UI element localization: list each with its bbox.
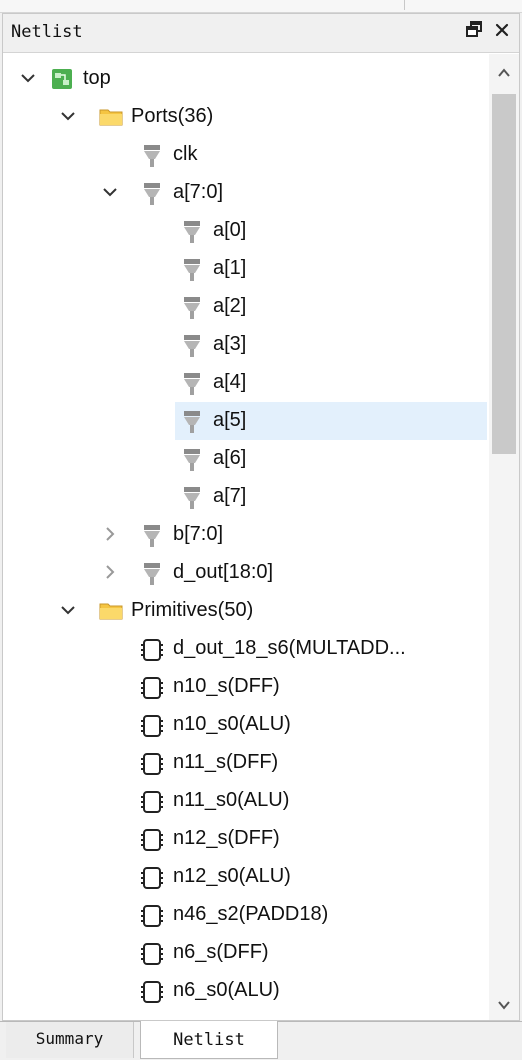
netlist-tree[interactable]: top Ports(36) clk a[7:0] a[0] a[1] a[2] a[3] a[4… <box>3 54 487 1020</box>
primitive-icon <box>141 904 163 927</box>
primitive-icon <box>141 790 163 813</box>
splitter-tick <box>404 0 405 10</box>
tree-node-label: a[7] <box>213 485 247 507</box>
tree-node-label: b[7:0] <box>173 523 224 545</box>
primitive-icon <box>141 638 163 661</box>
primitive-icon <box>141 980 163 1003</box>
tree-node-label: d_out[18:0] <box>173 561 274 583</box>
primitive-icon <box>141 942 163 965</box>
scrollbar-thumb[interactable] <box>492 94 516 454</box>
tree-node-port[interactable]: b[7:0] <box>3 516 487 554</box>
tree-node-label: n10_s(DFF) <box>173 675 280 697</box>
tree-node-label: a[7:0] <box>173 181 224 203</box>
chevron-right-icon[interactable] <box>101 563 119 581</box>
tree-node-label: a[6] <box>213 447 247 469</box>
tree-node-primitive[interactable]: n11_s0(ALU) <box>3 782 487 820</box>
primitive-icon <box>141 714 163 737</box>
tree-node-port[interactable]: a[7] <box>3 478 487 516</box>
tree-node-port[interactable]: a[5] <box>3 402 487 440</box>
tree-node-port[interactable]: a[1] <box>3 250 487 288</box>
tree-node-primitive[interactable]: n11_s(DFF) <box>3 744 487 782</box>
tree-node-label: n11_s(DFF) <box>173 751 279 773</box>
tree-node-port[interactable]: a[6] <box>3 440 487 478</box>
folder-icon <box>99 106 123 128</box>
port-icon <box>181 448 203 471</box>
tree-node-label: Ports(36) <box>131 105 214 127</box>
tree-node-primitive[interactable]: n12_s0(ALU) <box>3 858 487 896</box>
port-icon <box>141 524 163 547</box>
tree-node-label: n12_s(DFF) <box>173 827 280 849</box>
tree-node-top[interactable]: top <box>3 60 487 98</box>
tree-node-label: n10_s0(ALU) <box>173 713 291 735</box>
tab-netlist[interactable]: Netlist <box>140 1021 278 1059</box>
tree-node-label: n46_s2(PADD18) <box>173 903 329 925</box>
tree-node-primitive[interactable]: n6_s(DFF) <box>3 934 487 972</box>
panel-header: Netlist <box>3 14 519 53</box>
tree-node-primitive[interactable]: d_out_18_s6(MULTADD... <box>3 630 487 668</box>
tree-node-port[interactable]: a[4] <box>3 364 487 402</box>
scroll-up-icon[interactable] <box>495 64 513 82</box>
tree-node-primitive[interactable]: n10_s(DFF) <box>3 668 487 706</box>
tree-node-label: d_out_18_s6(MULTADD... <box>173 637 406 659</box>
bottom-tab-bar: Summary Netlist <box>0 1021 522 1060</box>
primitive-icon <box>141 752 163 775</box>
tree-node-ports[interactable]: Ports(36) <box>3 98 487 136</box>
tree-node-port[interactable]: a[3] <box>3 326 487 364</box>
tree-node-label: n12_s0(ALU) <box>173 865 291 887</box>
tree-node-port[interactable]: d_out[18:0] <box>3 554 487 592</box>
tree-node-label: a[2] <box>213 295 247 317</box>
tree-node-port[interactable]: a[0] <box>3 212 487 250</box>
port-icon <box>181 258 203 281</box>
chevron-down-icon[interactable] <box>59 601 77 619</box>
tree-node-primitive[interactable]: n10_s0(ALU) <box>3 706 487 744</box>
tree-node-label: top <box>83 67 111 89</box>
tree-node-label: n11_s0(ALU) <box>173 789 290 811</box>
vertical-scrollbar[interactable] <box>489 54 519 1020</box>
tree-node-label: Primitives(50) <box>131 599 254 621</box>
chevron-down-icon[interactable] <box>59 107 77 125</box>
tab-summary[interactable]: Summary <box>6 1022 134 1058</box>
chevron-down-icon[interactable] <box>19 69 37 87</box>
port-icon <box>181 296 203 319</box>
port-icon <box>181 334 203 357</box>
chevron-down-icon[interactable] <box>101 183 119 201</box>
tree-node-port[interactable]: a[2] <box>3 288 487 326</box>
close-icon[interactable] <box>491 20 513 44</box>
primitive-icon <box>141 828 163 851</box>
tree-node-port[interactable]: a[7:0] <box>3 174 487 212</box>
chevron-right-icon[interactable] <box>101 525 119 543</box>
tree-node-label: n6_s(DFF) <box>173 941 269 963</box>
port-icon <box>141 562 163 585</box>
tree-node-label: a[3] <box>213 333 247 355</box>
tree-node-label: clk <box>173 143 198 165</box>
tree-node-port[interactable]: clk <box>3 136 487 174</box>
tree-node-label: n6_s0(ALU) <box>173 979 280 1001</box>
tree-node-label: a[0] <box>213 219 247 241</box>
tree-node-label: a[1] <box>213 257 247 279</box>
top-strip <box>0 0 522 13</box>
primitive-icon <box>141 676 163 699</box>
port-icon <box>181 220 203 243</box>
port-icon <box>181 410 203 433</box>
tree-node-primitive[interactable]: n12_s(DFF) <box>3 820 487 858</box>
tree-node-primitives[interactable]: Primitives(50) <box>3 592 487 630</box>
tree-node-label: a[5] <box>213 409 247 431</box>
primitive-icon <box>141 866 163 889</box>
tree-node-primitive[interactable]: n46_s2(PADD18) <box>3 896 487 934</box>
tree-node-primitive[interactable]: n6_s0(ALU) <box>3 972 487 1010</box>
restore-window-icon[interactable] <box>463 20 485 44</box>
module-icon <box>51 68 73 90</box>
port-icon <box>141 182 163 205</box>
port-icon <box>141 144 163 167</box>
port-icon <box>181 372 203 395</box>
folder-icon <box>99 600 123 622</box>
port-icon <box>181 486 203 509</box>
netlist-panel: Netlist top Ports(36) clk a[7:0] a[0] a[1] a[2… <box>2 13 520 1021</box>
panel-title: Netlist <box>11 22 83 42</box>
scroll-down-icon[interactable] <box>495 996 513 1014</box>
tree-node-label: a[4] <box>213 371 247 393</box>
